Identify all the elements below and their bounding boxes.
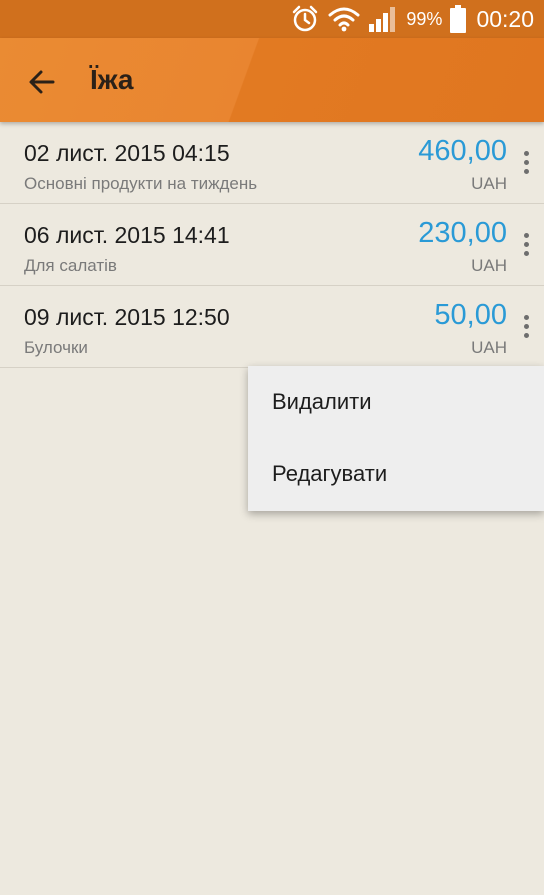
more-vert-icon[interactable]	[516, 226, 536, 262]
clock: 00:20	[476, 5, 534, 32]
transaction-amount: 230,00	[418, 217, 507, 249]
menu-item-edit[interactable]: Редагувати	[248, 438, 544, 510]
transaction-currency: UAH	[471, 256, 507, 275]
popup-menu: Видалити Редагувати	[248, 366, 544, 511]
more-vert-icon[interactable]	[516, 308, 536, 344]
transaction-date: 02 лист. 2015 04:15	[24, 140, 230, 166]
status-icons: 99% 00:20	[290, 0, 534, 38]
transaction-currency: UAH	[471, 174, 507, 193]
transaction-description: Булочки	[24, 338, 88, 357]
transaction-currency: UAH	[471, 338, 507, 357]
transaction-date: 09 лист. 2015 12:50	[24, 304, 230, 330]
transaction-amount: 50,00	[434, 299, 507, 331]
more-vert-icon[interactable]	[516, 144, 536, 180]
alarm-icon	[290, 4, 320, 34]
app-bar: Їжа	[0, 38, 544, 122]
status-bar: 99% 00:20	[0, 0, 544, 38]
transaction-description: Основні продукти на тиждень	[24, 174, 258, 193]
wifi-icon	[328, 6, 360, 32]
transaction-description: Для салатів	[24, 256, 117, 275]
battery-percent: 99%	[406, 8, 443, 29]
transaction-date: 06 лист. 2015 14:41	[24, 222, 230, 248]
signal-icon	[368, 5, 398, 33]
list-item[interactable]: 09 лист. 2015 12:50 Булочки 50,00 UAH	[0, 286, 544, 368]
battery-icon	[450, 5, 467, 33]
transaction-amount: 460,00	[418, 135, 507, 167]
page-title: Їжа	[90, 64, 134, 95]
list-item[interactable]: 02 лист. 2015 04:15 Основні продукти на …	[0, 122, 544, 204]
back-button[interactable]	[20, 60, 64, 104]
menu-item-delete[interactable]: Видалити	[248, 366, 544, 438]
transaction-list: 02 лист. 2015 04:15 Основні продукти на …	[0, 122, 544, 368]
list-item[interactable]: 06 лист. 2015 14:41 Для салатів 230,00 U…	[0, 204, 544, 286]
arrow-left-icon	[28, 68, 56, 96]
